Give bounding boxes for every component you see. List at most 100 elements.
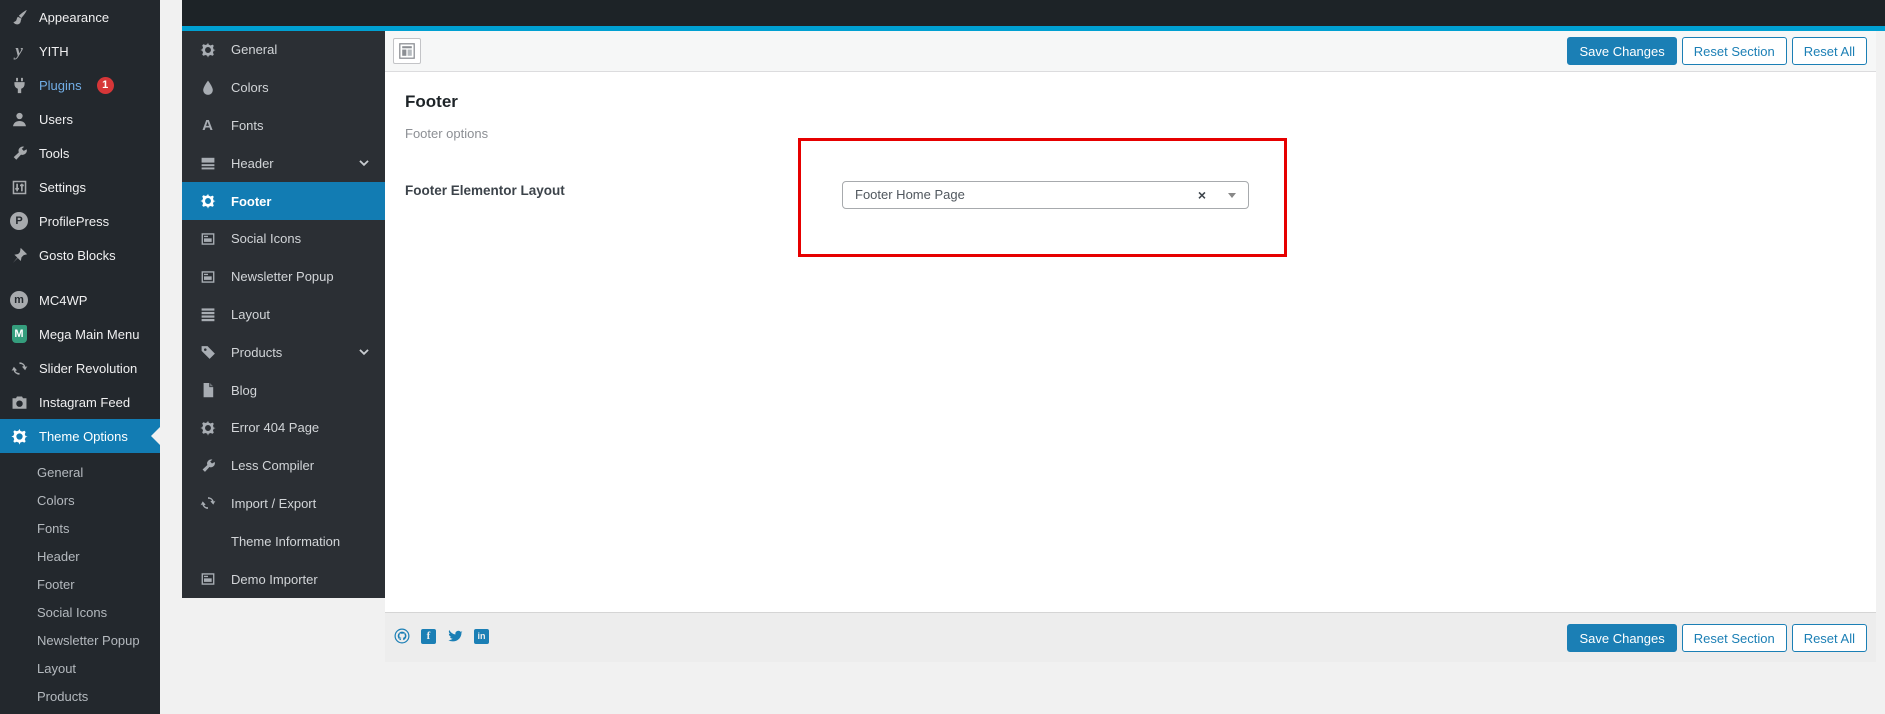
submenu-item-layout[interactable]: Layout (0, 655, 160, 683)
tag-icon (199, 344, 216, 361)
options-menu-social-icons[interactable]: Social Icons (182, 220, 385, 258)
options-menu-less-compiler[interactable]: Less Compiler (182, 447, 385, 485)
sidebar-item-yith[interactable]: y YITH (0, 34, 160, 68)
options-menu-label: Error 404 Page (231, 420, 320, 436)
slider-revolution-icon (9, 358, 29, 378)
page-subtitle: Footer options (405, 126, 489, 141)
options-menu-label: Header (231, 155, 274, 171)
options-menu-colors[interactable]: Colors (182, 69, 385, 107)
sidebar-item-label: Appearance (39, 9, 110, 25)
window-icon (199, 571, 216, 588)
options-menu-label: Footer (231, 193, 272, 209)
plugin-icon (9, 75, 29, 95)
options-menu-label: Theme Information (231, 533, 341, 549)
header-layout-icon (199, 155, 216, 172)
droplet-icon (199, 79, 216, 96)
github-icon[interactable] (394, 628, 410, 644)
sync-icon (199, 495, 216, 512)
sidebar-item-profilepress[interactable]: P ProfilePress (0, 204, 160, 238)
options-menu-label: Newsletter Popup (231, 269, 334, 285)
footer-elementor-layout-label: Footer Elementor Layout (405, 183, 565, 198)
options-menu-import-export[interactable]: Import / Export (182, 485, 385, 523)
twitter-icon[interactable] (447, 628, 463, 644)
user-icon (9, 109, 29, 129)
sidebar-item-instagram-feed[interactable]: Instagram Feed (0, 385, 160, 419)
options-menu-theme-information[interactable]: Theme Information (182, 522, 385, 560)
sidebar-item-theme-options[interactable]: Theme Options (0, 419, 160, 453)
options-menu-label: Less Compiler (231, 458, 315, 474)
reset-section-button[interactable]: Reset Section (1681, 37, 1787, 65)
reset-all-button[interactable]: Reset All (1791, 624, 1867, 652)
sidebar-item-label: Slider Revolution (39, 360, 138, 376)
reset-section-button[interactable]: Reset Section (1681, 624, 1787, 652)
window-icon (199, 230, 216, 247)
admin-sidebar: Appearance y YITH Plugins 1 Users Tools … (0, 0, 160, 714)
sidebar-item-slider-revolution[interactable]: Slider Revolution (0, 351, 160, 385)
submenu-item-products[interactable]: Products (0, 683, 160, 711)
content-footer-bar: f in Save Changes Reset Section Reset Al… (385, 612, 1876, 662)
submenu-item-general[interactable]: General (0, 459, 160, 487)
font-icon: A (202, 116, 213, 134)
options-menu-products[interactable]: Products (182, 333, 385, 371)
submenu-item-newsletter-popup[interactable]: Newsletter Popup (0, 627, 160, 655)
profilepress-icon: P (9, 211, 29, 231)
save-changes-button[interactable]: Save Changes (1567, 624, 1677, 652)
options-menu-newsletter-popup[interactable]: Newsletter Popup (182, 258, 385, 296)
submenu-item-header[interactable]: Header (0, 543, 160, 571)
chevron-down-icon (357, 345, 371, 359)
submenu-item-colors[interactable]: Colors (0, 487, 160, 515)
options-content-panel: Save Changes Reset Section Reset All Foo… (385, 31, 1876, 662)
options-menu-footer[interactable]: Footer (182, 182, 385, 220)
sidebar-item-label: Tools (39, 145, 70, 161)
yith-icon: y (15, 41, 23, 60)
footer-elementor-layout-select[interactable]: Footer Home Page × (842, 181, 1249, 209)
options-menu-demo-importer[interactable]: Demo Importer (182, 560, 385, 598)
page-icon (199, 382, 216, 399)
sidebar-item-label: Instagram Feed (39, 394, 131, 410)
reset-all-button[interactable]: Reset All (1791, 37, 1867, 65)
sidebar-item-gosto-blocks[interactable]: Gosto Blocks (0, 238, 160, 272)
sidebar-item-label: Users (39, 111, 73, 127)
update-count-badge: 1 (96, 76, 114, 94)
save-changes-button[interactable]: Save Changes (1567, 37, 1677, 65)
options-menu-error-404[interactable]: Error 404 Page (182, 409, 385, 447)
layout-panel-icon (399, 43, 415, 59)
expand-options-button[interactable] (393, 38, 421, 64)
submenu-item-footer[interactable]: Footer (0, 571, 160, 599)
options-menu-blog[interactable]: Blog (182, 371, 385, 409)
chevron-down-icon (357, 156, 371, 170)
clear-selection-icon[interactable]: × (1198, 182, 1206, 208)
dropdown-caret-icon[interactable] (1228, 193, 1236, 198)
sidebar-item-label: Mega Main Menu (39, 326, 140, 342)
selected-value: Footer Home Page (855, 187, 965, 202)
sidebar-item-settings[interactable]: Settings (0, 170, 160, 204)
options-menu-header[interactable]: Header (182, 144, 385, 182)
options-menu-label: Demo Importer (231, 571, 318, 587)
page-title: Footer (405, 92, 458, 111)
options-menu-fonts[interactable]: A Fonts (182, 107, 385, 145)
sidebar-item-mega-main-menu[interactable]: M Mega Main Menu (0, 317, 160, 351)
theme-options-submenu: General Colors Fonts Header Footer Socia… (0, 453, 160, 711)
sidebar-item-label: ProfilePress (39, 213, 110, 229)
sidebar-item-label: Theme Options (39, 428, 128, 444)
options-menu-layout[interactable]: Layout (182, 296, 385, 334)
camera-icon (9, 392, 29, 412)
sidebar-separator (0, 272, 160, 283)
submenu-item-social-icons[interactable]: Social Icons (0, 599, 160, 627)
submenu-item-fonts[interactable]: Fonts (0, 515, 160, 543)
options-menu-general[interactable]: General (182, 31, 385, 69)
settings-icon (9, 177, 29, 197)
pin-icon (9, 245, 29, 265)
sidebar-item-tools[interactable]: Tools (0, 136, 160, 170)
facebook-icon[interactable]: f (421, 628, 436, 644)
sidebar-item-appearance[interactable]: Appearance (0, 0, 160, 34)
mega-main-menu-icon: M (9, 324, 29, 344)
options-menu-label: Fonts (231, 117, 264, 133)
sidebar-item-plugins[interactable]: Plugins 1 (0, 68, 160, 102)
gear-icon (9, 426, 29, 446)
sidebar-item-label: Settings (39, 179, 86, 195)
sidebar-item-mc4wp[interactable]: m MC4WP (0, 283, 160, 317)
linkedin-icon[interactable]: in (474, 628, 489, 644)
sidebar-item-users[interactable]: Users (0, 102, 160, 136)
options-menu-label: Blog (231, 382, 258, 398)
